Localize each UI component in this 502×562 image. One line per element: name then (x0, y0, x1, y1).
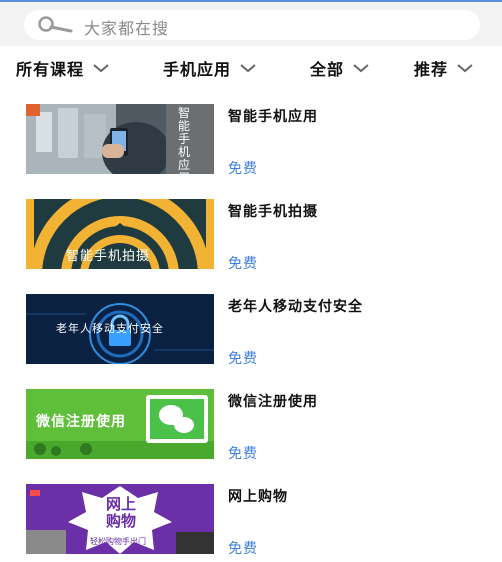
course-price: 免费 (228, 256, 258, 272)
course-title[interactable]: 网上购物 (228, 486, 288, 506)
course-thumbnail[interactable]: 网上购物 轻松购物手出门 (26, 484, 214, 554)
course-title[interactable]: 老年人移动支付安全 (228, 296, 363, 316)
filter-label: 手机应用 (163, 60, 232, 79)
course-title[interactable]: 智能手机拍摄 (228, 201, 318, 221)
thumb-subtext: 轻松购物手出门 (90, 537, 146, 546)
course-thumbnail[interactable]: 智能手机拍摄 (26, 199, 214, 269)
course-title[interactable]: 微信注册使用 (228, 391, 318, 411)
filter-label: 全部 (310, 60, 345, 79)
filter-label: 所有课程 (16, 60, 85, 79)
thumb-text: 老年人移动支付安全 (56, 322, 164, 335)
top-bar: 大家都在搜 (0, 0, 502, 46)
course-title[interactable]: 智能手机应用 (228, 106, 318, 126)
course-item[interactable]: 老年人移动支付安全 老年人移动支付安全 免费 (0, 278, 502, 373)
course-thumbnail[interactable]: 老年人移动支付安全 (26, 294, 214, 364)
filter-category[interactable]: 手机应用 (163, 56, 257, 80)
filter-scope[interactable]: 全部 (310, 56, 370, 80)
course-item[interactable]: 微信注册使用 微信注册使用 免费 (0, 373, 502, 468)
course-price: 免费 (228, 161, 258, 177)
chevron-down-icon (457, 64, 473, 73)
filter-sort[interactable]: 推荐 (414, 56, 474, 80)
filter-all-courses[interactable]: 所有课程 (16, 56, 110, 80)
thumb-text: 智能手机应用 (178, 106, 191, 175)
search-bar[interactable]: 大家都在搜 (24, 10, 480, 40)
course-item[interactable]: 智能手机拍摄 智能手机拍摄 免费 (0, 183, 502, 278)
course-item[interactable]: 网上购物 轻松购物手出门 网上购物 免费 (0, 468, 502, 562)
course-thumbnail[interactable]: 智能手机应用 (26, 104, 214, 174)
course-price: 免费 (228, 541, 258, 557)
search-icon (38, 16, 73, 33)
thumb-text: 网上购物 (105, 495, 136, 530)
course-thumbnail[interactable]: 微信注册使用 (26, 389, 214, 459)
thumb-text: 微信注册使用 (36, 414, 126, 430)
filter-bar: 所有课程 手机应用 全部 推荐 (0, 46, 502, 88)
filter-label: 推荐 (414, 60, 449, 79)
chevron-down-icon (240, 64, 256, 73)
chevron-down-icon (93, 64, 109, 73)
course-price: 免费 (228, 351, 258, 367)
search-input[interactable]: 大家都在搜 (84, 15, 169, 39)
course-price: 免费 (228, 446, 258, 462)
chevron-down-icon (353, 64, 369, 73)
thumb-text: 智能手机拍摄 (66, 249, 151, 264)
course-item[interactable]: 智能手机应用 智能手机应用 免费 (0, 88, 502, 183)
